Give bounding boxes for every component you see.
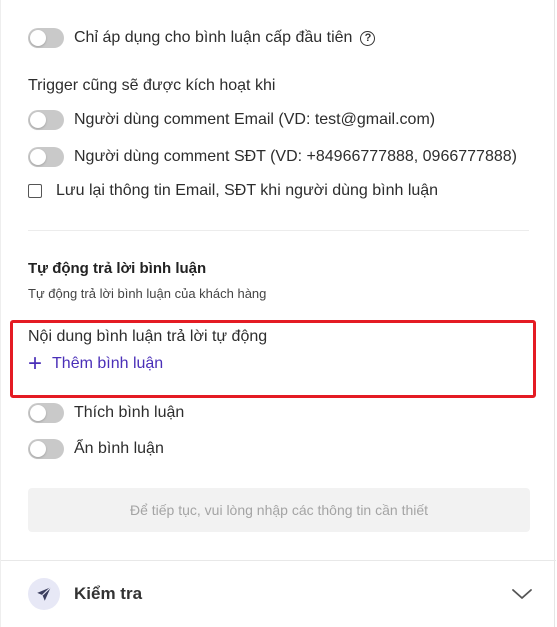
hide-comment-label: Ẩn bình luận bbox=[74, 440, 164, 457]
auto-reply-title: Tự động trả lời bình luận bbox=[28, 260, 207, 277]
hide-comment-option: Ẩn bình luận bbox=[28, 439, 164, 459]
email-comment-toggle[interactable] bbox=[28, 110, 64, 130]
like-comment-option: Thích bình luận bbox=[28, 403, 184, 423]
section-divider bbox=[28, 230, 529, 231]
send-icon bbox=[28, 578, 60, 610]
phone-comment-label: Người dùng comment SĐT (VD: +84966777888… bbox=[74, 148, 517, 165]
test-section-header[interactable]: Kiểm tra bbox=[28, 576, 533, 612]
like-comment-label: Thích bình luận bbox=[74, 404, 185, 421]
auto-reply-subtitle: Tự động trả lời bình luận của khách hàng bbox=[28, 286, 267, 301]
footer-divider bbox=[1, 560, 556, 561]
add-comment-button[interactable]: + Thêm bình luận bbox=[28, 350, 164, 377]
auto-reply-content-label: Nội dung bình luận trả lời tự động bbox=[28, 328, 268, 345]
add-comment-label: Thêm bình luận bbox=[52, 355, 164, 372]
plus-icon: + bbox=[28, 350, 43, 377]
save-info-label: Lưu lại thông tin Email, SĐT khi người d… bbox=[56, 182, 439, 199]
first-level-only-option: Chỉ áp dụng cho bình luận cấp đầu tiên ? bbox=[28, 28, 376, 48]
like-comment-toggle[interactable] bbox=[28, 403, 64, 423]
continue-button[interactable]: Để tiếp tục, vui lòng nhập các thông tin… bbox=[28, 488, 530, 532]
phone-comment-toggle[interactable] bbox=[28, 147, 64, 167]
phone-comment-option: Người dùng comment SĐT (VD: +84966777888… bbox=[28, 147, 517, 167]
test-label: Kiểm tra bbox=[74, 584, 143, 603]
email-comment-label: Người dùng comment Email (VD: test@gmail… bbox=[74, 111, 436, 128]
save-info-option: Lưu lại thông tin Email, SĐT khi người d… bbox=[28, 182, 438, 200]
trigger-heading: Trigger cũng sẽ được kích hoạt khi bbox=[28, 77, 276, 94]
help-circle-icon[interactable]: ? bbox=[360, 30, 376, 46]
chevron-down-icon[interactable] bbox=[511, 587, 533, 601]
first-level-only-label: Chỉ áp dụng cho bình luận cấp đầu tiên bbox=[74, 29, 353, 46]
save-info-checkbox[interactable] bbox=[28, 184, 42, 198]
hide-comment-toggle[interactable] bbox=[28, 439, 64, 459]
first-level-only-toggle[interactable] bbox=[28, 28, 64, 48]
trigger-settings-panel: Chỉ áp dụng cho bình luận cấp đầu tiên ?… bbox=[0, 0, 556, 627]
email-comment-option: Người dùng comment Email (VD: test@gmail… bbox=[28, 110, 435, 130]
